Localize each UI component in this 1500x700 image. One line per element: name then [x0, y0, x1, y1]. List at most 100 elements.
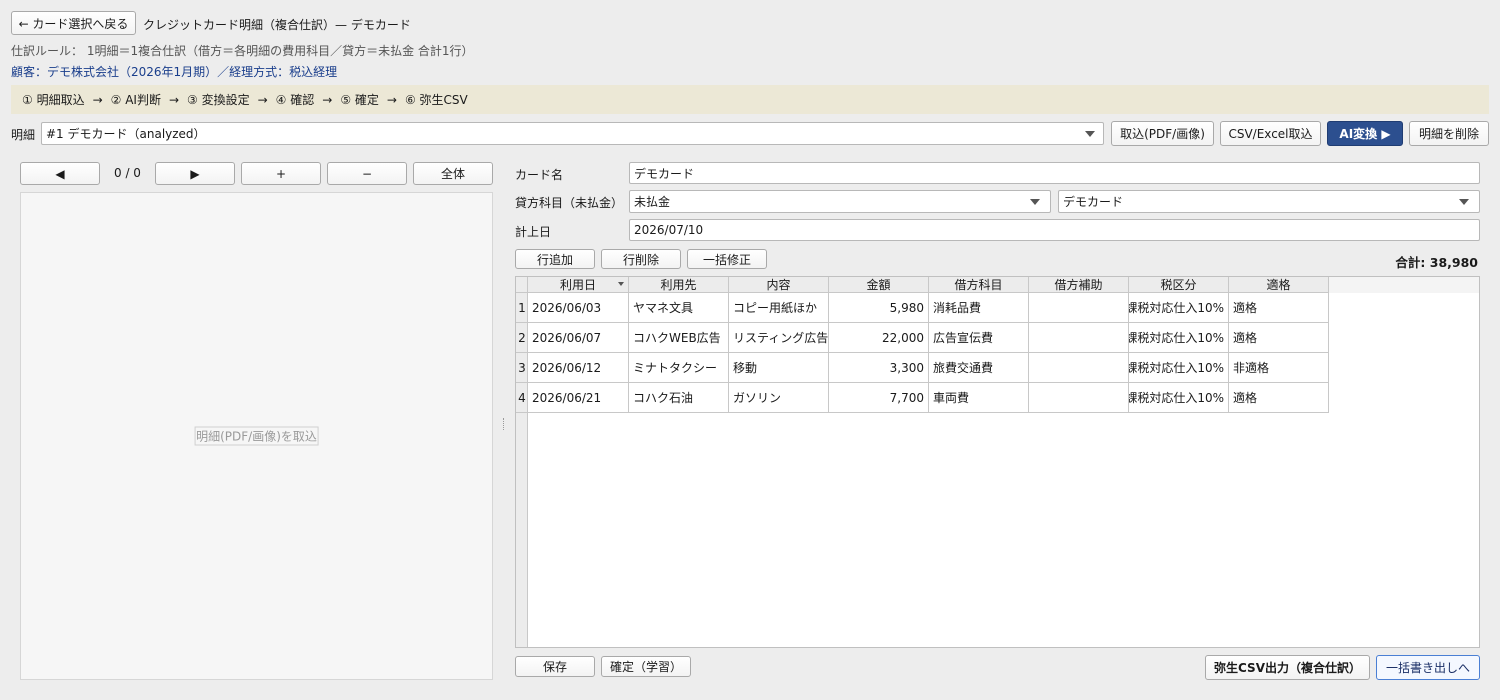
cell-debit-account[interactable]: 車両費: [929, 383, 1029, 413]
cell-amount[interactable]: 7,700: [829, 383, 929, 413]
column-header-debit-sub[interactable]: 借方補助: [1029, 277, 1129, 293]
row-number[interactable]: 2: [516, 323, 528, 353]
add-row-button[interactable]: 行追加: [515, 249, 595, 269]
chevron-down-icon: [1030, 198, 1040, 205]
cell-debit-account[interactable]: 消耗品費: [929, 293, 1029, 323]
import-csv-excel-button[interactable]: CSV/Excel取込: [1220, 121, 1321, 146]
cell-amount[interactable]: 5,980: [829, 293, 929, 323]
cell-content[interactable]: ガソリン: [729, 383, 829, 413]
step-arrow-icon: →: [168, 92, 180, 107]
panel-splitter-handle[interactable]: [503, 418, 505, 430]
cell-debit-sub[interactable]: [1029, 383, 1129, 413]
column-header-amount[interactable]: 金額: [829, 277, 929, 293]
fit-page-button[interactable]: 全体: [413, 162, 493, 185]
zoom-out-button[interactable]: −: [327, 162, 407, 185]
cell-debit-account[interactable]: 広告宣伝費: [929, 323, 1029, 353]
import-pdf-button[interactable]: 取込(PDF/画像): [1111, 121, 1214, 146]
card-name-label: カード名: [515, 168, 564, 182]
cell-amount[interactable]: 22,000: [829, 323, 929, 353]
step-2: ② AI判断: [110, 93, 161, 107]
transaction-table[interactable]: 利用日 利用先 内容 金額 借方科目 借方補助 税区分 適格 1 2026/06…: [515, 276, 1480, 648]
cell-tax[interactable]: 課税対応仕入10%: [1129, 293, 1229, 323]
bulk-export-button[interactable]: 一括書き出しへ: [1376, 655, 1480, 680]
cell-qualified[interactable]: 適格: [1229, 323, 1329, 353]
save-button[interactable]: 保存: [515, 656, 595, 677]
column-header-qualified[interactable]: 適格: [1229, 277, 1329, 293]
credit-subaccount-value: デモカード: [1063, 195, 1124, 209]
column-header-debit-account[interactable]: 借方科目: [929, 277, 1029, 293]
credit-account-select[interactable]: 未払金: [629, 190, 1051, 213]
cell-date[interactable]: 2026/06/21: [528, 383, 629, 413]
cell-content[interactable]: コピー用紙ほか: [729, 293, 829, 323]
row-number[interactable]: 3: [516, 353, 528, 383]
column-header-tax[interactable]: 税区分: [1129, 277, 1229, 293]
cell-date[interactable]: 2026/06/12: [528, 353, 629, 383]
step-arrow-icon: →: [257, 92, 268, 107]
step-arrow-icon: →: [322, 92, 333, 107]
step-4: ④ 確認: [275, 93, 315, 107]
confirm-learn-button[interactable]: 確定（学習）: [601, 656, 691, 677]
cell-payee[interactable]: ヤマネ文具: [629, 293, 729, 323]
cell-date[interactable]: 2026/06/07: [528, 323, 629, 353]
credit-account-label: 貸方科目（未払金）: [515, 196, 624, 210]
step-arrow-icon: →: [92, 92, 103, 107]
yayoi-csv-export-button[interactable]: 弥生CSV出力（複合仕訳）: [1205, 655, 1370, 680]
table-corner: [516, 277, 528, 293]
cell-tax[interactable]: 課税対応仕入10%: [1129, 383, 1229, 413]
cell-debit-account[interactable]: 旅費交通費: [929, 353, 1029, 383]
cell-content[interactable]: リスティング広告: [729, 323, 829, 353]
cell-tax[interactable]: 課税対応仕入10%: [1129, 353, 1229, 383]
step-arrow-icon: →: [386, 92, 397, 107]
page-title: クレジットカード明細（複合仕訳）— デモカード: [143, 18, 411, 32]
bulk-edit-button[interactable]: 一括修正: [687, 249, 767, 269]
next-page-button[interactable]: ▶: [155, 162, 235, 185]
row-number[interactable]: 4: [516, 383, 528, 413]
column-header-date[interactable]: 利用日: [528, 277, 629, 293]
back-to-card-select-button[interactable]: ← カード選択へ戻る: [11, 11, 136, 35]
statement-select[interactable]: #1 デモカード（analyzed）: [41, 122, 1104, 145]
step-3: ③ 変換設定: [187, 93, 250, 107]
cell-content[interactable]: 移動: [729, 353, 829, 383]
posting-date-input[interactable]: 2026/07/10: [629, 219, 1480, 241]
total-amount: 合計: 38,980: [1395, 255, 1478, 270]
cell-tax[interactable]: 課税対応仕入10%: [1129, 323, 1229, 353]
statement-label: 明細: [11, 128, 36, 142]
cell-qualified[interactable]: 非適格: [1229, 353, 1329, 383]
sort-desc-icon: [618, 282, 624, 286]
preview-placeholder: 明細(PDF/画像)を取込: [194, 426, 319, 446]
delete-row-button[interactable]: 行削除: [601, 249, 681, 269]
cell-qualified[interactable]: 適格: [1229, 383, 1329, 413]
cell-debit-sub[interactable]: [1029, 323, 1129, 353]
cell-amount[interactable]: 3,300: [829, 353, 929, 383]
chevron-down-icon: [1459, 198, 1469, 205]
cell-payee[interactable]: コハク石油: [629, 383, 729, 413]
card-name-input[interactable]: デモカード: [629, 162, 1480, 184]
step-5: ⑤ 確定: [340, 93, 379, 107]
prev-page-button[interactable]: ◀: [20, 162, 100, 185]
credit-subaccount-select[interactable]: デモカード: [1058, 190, 1480, 213]
cell-debit-sub[interactable]: [1029, 353, 1129, 383]
credit-account-value: 未払金: [634, 195, 671, 209]
step-1: ① 明細取込: [22, 93, 85, 107]
workflow-steps: ① 明細取込 → ② AI判断 → ③ 変換設定 → ④ 確認 → ⑤ 確定 →…: [11, 85, 1489, 114]
cell-payee[interactable]: ミナトタクシー: [629, 353, 729, 383]
statement-select-value: #1 デモカード（analyzed）: [46, 127, 206, 141]
delete-statement-button[interactable]: 明細を削除: [1409, 121, 1489, 146]
statement-preview[interactable]: 明細(PDF/画像)を取込: [20, 192, 493, 680]
page-indicator: 0 / 0: [114, 166, 141, 180]
row-number[interactable]: 1: [516, 293, 528, 323]
client-info-text: 顧客：デモ株式会社（2026年1月期）／経理方式：税込経理: [11, 65, 338, 79]
column-header-label: 利用日: [559, 278, 596, 292]
chevron-down-icon: [1085, 130, 1095, 137]
ai-convert-button[interactable]: AI変換 ▶: [1327, 121, 1403, 146]
posting-date-label: 計上日: [515, 225, 552, 239]
cell-qualified[interactable]: 適格: [1229, 293, 1329, 323]
journal-rule-text: 仕訳ルール： 1明細＝1複合仕訳（借方＝各明細の費用科目／貸方＝未払金 合計1行…: [11, 44, 474, 58]
column-header-payee[interactable]: 利用先: [629, 277, 729, 293]
cell-debit-sub[interactable]: [1029, 293, 1129, 323]
column-header-content[interactable]: 内容: [729, 277, 829, 293]
zoom-in-button[interactable]: +: [241, 162, 321, 185]
step-6: ⑥ 弥生CSV: [404, 93, 468, 107]
cell-payee[interactable]: コハクWEB広告: [629, 323, 729, 353]
cell-date[interactable]: 2026/06/03: [528, 293, 629, 323]
